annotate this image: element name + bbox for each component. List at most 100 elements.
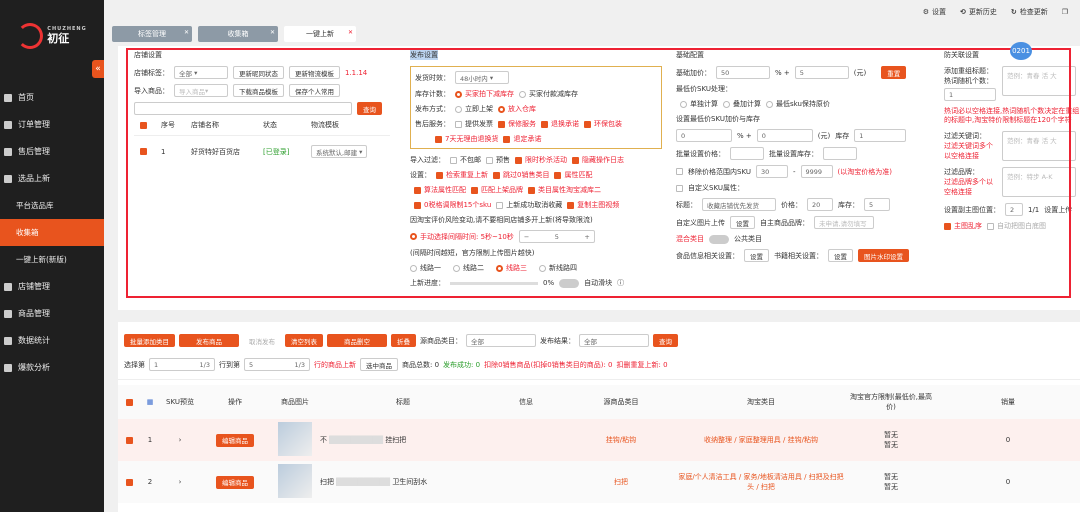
service-option[interactable]: 提供发票 [455, 119, 493, 129]
sku-add-input[interactable]: 0 [756, 129, 813, 142]
remove-range-checkbox[interactable] [676, 168, 683, 175]
stock-option-2[interactable]: 买家付款减库存 [519, 89, 578, 99]
stock-option-1[interactable]: 买家拍下减库存 [455, 89, 514, 99]
store-search-button[interactable]: 查询 [357, 102, 382, 115]
publish-result-select[interactable]: 全部 [579, 334, 649, 347]
image-position-input[interactable]: 2 [1005, 203, 1023, 217]
watermark-button[interactable]: 图片水印设置 [858, 249, 909, 262]
row-checkbox[interactable] [140, 148, 147, 155]
update-status-button[interactable]: 更新昵同状态 [233, 66, 284, 79]
fold-button[interactable]: 折叠 [391, 334, 416, 347]
hot-words-count-input[interactable]: 1 [944, 88, 996, 101]
sidebar-item-store[interactable]: 店铺管理 [0, 273, 104, 300]
chevron-right-icon[interactable]: › [160, 461, 200, 503]
return-option[interactable]: 7天无理由退换货 [435, 134, 498, 144]
save-common-button[interactable]: 保存个人常用 [289, 84, 340, 97]
hot-words-input[interactable]: 范例：青春 活 大 [1002, 66, 1076, 96]
history-button[interactable]: ⟲ 更新历史 [960, 7, 997, 17]
logistics-select[interactable]: 系统默认,邮建 ▾ [311, 145, 368, 158]
plus-icon[interactable]: + [584, 233, 589, 241]
sidebar-item-products[interactable]: 商品管理 [0, 300, 104, 327]
sidebar-item-platform-library[interactable]: 平台选品库 [0, 192, 104, 219]
filter-option[interactable]: 隐藏操作日志 [572, 155, 624, 165]
set-option[interactable]: 匹配上架品牌 [471, 185, 523, 195]
floating-badge[interactable]: 0201 [1010, 42, 1032, 60]
book-settings-button[interactable]: 设置 [828, 249, 853, 262]
select-from-input[interactable]: 1 1/3 [149, 358, 215, 371]
sidebar-item-collection-box[interactable]: 收集箱 [0, 219, 104, 246]
row-checkbox[interactable] [125, 436, 133, 444]
collapse-sidebar-button[interactable]: « [92, 60, 104, 78]
set-option[interactable]: 跳过0销售类目 [493, 170, 549, 180]
sidebar-item-hot[interactable]: 爆款分析 [0, 354, 104, 381]
window-restore-button[interactable]: ❐ [1062, 8, 1068, 16]
price-percent-input[interactable]: 50 [716, 66, 770, 79]
close-icon[interactable]: ✕ [184, 29, 189, 36]
sidebar-item-stats[interactable]: 数据统计 [0, 327, 104, 354]
select-all-checkbox[interactable] [140, 121, 147, 129]
line-option-1[interactable]: 线路一 [410, 263, 441, 273]
chevron-right-icon[interactable]: › [160, 419, 200, 461]
set-option[interactable]: 类目属性淘宝减库二 [528, 185, 601, 195]
filter-brand-input[interactable]: 范例：特步 A-K [1002, 167, 1076, 198]
tab-collection-box[interactable]: 收集箱 ✕ [198, 26, 278, 42]
time-select[interactable]: 48小时内 ▾ [455, 71, 509, 84]
sidebar-item-home[interactable]: 首页 [0, 84, 104, 111]
sku-stock-input[interactable]: 1 [854, 129, 907, 142]
sku-percent-input[interactable]: 0 [676, 129, 732, 142]
main-random-option[interactable]: 主图乱序 [944, 221, 982, 231]
sku-option-1[interactable]: 单独计算 [680, 99, 718, 109]
service-option[interactable]: 环保包装 [584, 119, 622, 129]
range-to-input[interactable]: 9999 [800, 165, 833, 178]
close-icon[interactable]: ✕ [270, 29, 275, 36]
taobao-category[interactable]: 家庭/个人清洁工具 / 家务/地板清洁用具 / 扫把及扫把头 / 扫把 [676, 461, 846, 503]
update-logistics-button[interactable]: 更新物流模板 [289, 66, 340, 79]
mode-option-1[interactable]: 立即上架 [455, 104, 493, 114]
tab-one-click-new[interactable]: 一键上新 ✕ [284, 26, 356, 42]
reset-button[interactable]: 重置 [881, 66, 907, 79]
source-category[interactable]: 扫把 [566, 461, 676, 503]
sidebar-item-orders[interactable]: 订单管理 [0, 111, 104, 138]
custom-pic-button[interactable]: 设置 [730, 216, 755, 229]
custom-sku-checkbox[interactable] [676, 184, 683, 192]
line-option-4[interactable]: 新线路四 [539, 263, 577, 273]
set-option[interactable]: 算法属性匹配 [414, 185, 466, 195]
price2-input[interactable]: 20 [807, 198, 833, 211]
price-add-input[interactable]: 5 [794, 66, 849, 79]
source-category[interactable]: 挂钩/粘钩 [566, 419, 676, 461]
sidebar-item-selection[interactable]: 选品上新 [0, 165, 104, 192]
title-input[interactable]: 收藏店铺优先发货 [702, 198, 776, 211]
store-tag-select[interactable]: 全部 ▾ [174, 66, 228, 79]
set-option[interactable]: 0税格调限制15个sku [414, 200, 491, 210]
minus-icon[interactable]: − [524, 233, 529, 241]
selected-products-button[interactable]: 选中商品 [360, 358, 398, 371]
mode-option-2[interactable]: 放入仓库 [498, 104, 536, 114]
store-search-input[interactable] [134, 102, 352, 115]
delete-all-button[interactable]: 商品删空 [327, 334, 387, 347]
service-option[interactable]: 退换承诺 [541, 119, 579, 129]
set-option[interactable]: 检索重复上新 [436, 170, 488, 180]
taobao-category[interactable]: 收纳整理 / 家庭整理用具 / 挂钩/粘钩 [676, 419, 846, 461]
set-option[interactable]: 属性匹配 [554, 170, 592, 180]
set-option[interactable]: 上新成功取消收藏 [496, 200, 562, 210]
interval-stepper[interactable]: − 5 + [518, 230, 595, 243]
range-from-input[interactable]: 30 [755, 165, 788, 178]
filter-option[interactable]: 不包邮 [450, 155, 481, 165]
tab-tag-management[interactable]: 标签管理 ✕ [112, 26, 192, 42]
edit-product-button[interactable]: 编辑商品 [216, 433, 254, 447]
filter-option[interactable]: 预售 [486, 155, 510, 165]
batch-price-input[interactable] [730, 147, 764, 160]
row-to-input[interactable]: 5 1/3 [244, 358, 310, 371]
sidebar-item-one-click-new[interactable]: 一键上新(新版) [0, 246, 104, 273]
set-option[interactable]: 复制主图视频 [567, 200, 619, 210]
check-update-button[interactable]: ↻ 检查更新 [1011, 7, 1048, 17]
sidebar-item-aftersale[interactable]: 售后管理 [0, 138, 104, 165]
filter-option[interactable]: 限时秒杀活动 [515, 155, 567, 165]
settings-button[interactable]: ⚙ 设置 [923, 7, 946, 17]
line-option-2[interactable]: 线路二 [453, 263, 484, 273]
auto-white-option[interactable]: 自动把图白底图 [987, 221, 1046, 231]
mix-category-toggle[interactable] [709, 234, 729, 244]
publish-button[interactable]: 发布商品 [179, 334, 239, 347]
close-icon[interactable]: ✕ [348, 29, 353, 36]
edit-product-button[interactable]: 编辑商品 [216, 475, 254, 489]
